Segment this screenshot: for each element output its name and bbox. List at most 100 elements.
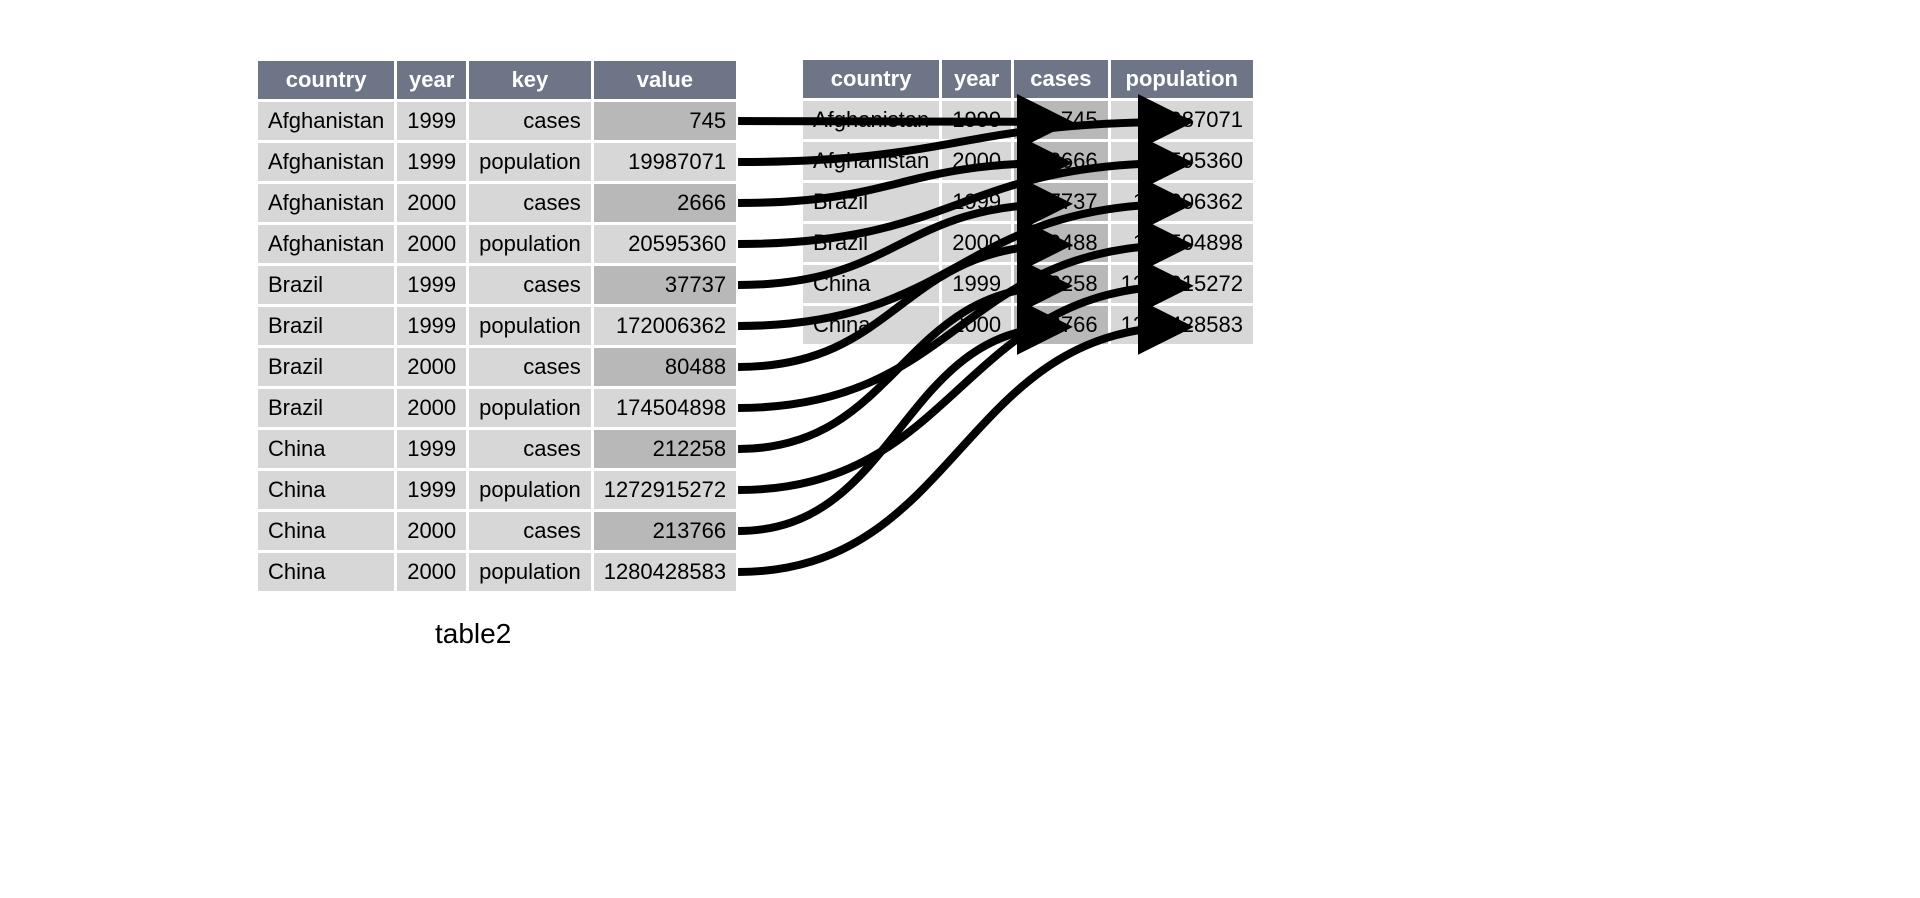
cell-country: China: [258, 553, 394, 591]
cell-value: 174504898: [594, 389, 736, 427]
cell-value: 213766: [594, 512, 736, 550]
cell-country: Afghanistan: [803, 142, 939, 180]
cell-cases: 37737: [1014, 183, 1107, 221]
cell-key: population: [469, 389, 591, 427]
cell-population: 174504898: [1111, 224, 1253, 262]
cell-cases: 745: [1014, 101, 1107, 139]
table-row: China2000cases213766: [258, 512, 736, 550]
cell-year: 1999: [942, 101, 1011, 139]
cell-year: 2000: [397, 225, 466, 263]
cell-year: 1999: [397, 102, 466, 140]
spread-arrow: [738, 327, 1182, 572]
cell-year: 1999: [397, 143, 466, 181]
cell-population: 19987071: [1111, 101, 1253, 139]
left-th-country: country: [258, 61, 394, 99]
cell-year: 1999: [942, 183, 1011, 221]
cell-country: Afghanistan: [258, 184, 394, 222]
cell-year: 2000: [942, 224, 1011, 262]
cell-key: population: [469, 553, 591, 591]
right-th-year: year: [942, 60, 1011, 98]
cell-population: 20595360: [1111, 142, 1253, 180]
cell-population: 172006362: [1111, 183, 1253, 221]
cell-year: 2000: [397, 389, 466, 427]
table-row: China1999population1272915272: [258, 471, 736, 509]
cell-country: Brazil: [258, 307, 394, 345]
table-row: Brazil2000cases80488: [258, 348, 736, 386]
cell-year: 1999: [397, 307, 466, 345]
cell-year: 2000: [397, 512, 466, 550]
cell-cases: 2666: [1014, 142, 1107, 180]
cell-cases: 213766: [1014, 306, 1107, 344]
table-row: Afghanistan2000population20595360: [258, 225, 736, 263]
table-row: China20002137661280428583: [803, 306, 1253, 344]
table-row: China1999cases212258: [258, 430, 736, 468]
cell-year: 1999: [942, 265, 1011, 303]
cell-country: China: [258, 430, 394, 468]
cell-country: Afghanistan: [258, 102, 394, 140]
cell-key: cases: [469, 184, 591, 222]
table-row: Afghanistan2000266620595360: [803, 142, 1253, 180]
cell-country: Brazil: [258, 266, 394, 304]
cell-country: Brazil: [258, 348, 394, 386]
cell-cases: 80488: [1014, 224, 1107, 262]
cell-value: 2666: [594, 184, 736, 222]
spread-arrow: [738, 327, 1061, 531]
cell-cases: 212258: [1014, 265, 1107, 303]
cell-key: population: [469, 307, 591, 345]
table-row: Afghanistan1999cases745: [258, 102, 736, 140]
cell-year: 2000: [397, 553, 466, 591]
cell-value: 745: [594, 102, 736, 140]
left-th-key: key: [469, 61, 591, 99]
table-row: Brazil1999cases37737: [258, 266, 736, 304]
cell-year: 2000: [397, 184, 466, 222]
cell-year: 1999: [397, 471, 466, 509]
table-row: Afghanistan1999population19987071: [258, 143, 736, 181]
cell-value: 1272915272: [594, 471, 736, 509]
cell-population: 1272915272: [1111, 265, 1253, 303]
cell-value: 19987071: [594, 143, 736, 181]
cell-key: cases: [469, 102, 591, 140]
right-th-population: population: [1111, 60, 1253, 98]
right-wide-table: country year cases population Afghanista…: [800, 57, 1256, 347]
table-row: Afghanistan199974519987071: [803, 101, 1253, 139]
cell-key: cases: [469, 512, 591, 550]
left-th-value: value: [594, 61, 736, 99]
cell-population: 1280428583: [1111, 306, 1253, 344]
cell-key: population: [469, 143, 591, 181]
table-row: Brazil2000population174504898: [258, 389, 736, 427]
cell-country: Afghanistan: [258, 143, 394, 181]
cell-country: China: [803, 265, 939, 303]
left-long-table: country year key value Afghanistan1999ca…: [255, 58, 739, 594]
left-table-caption: table2: [435, 618, 511, 650]
cell-value: 1280428583: [594, 553, 736, 591]
cell-key: population: [469, 471, 591, 509]
cell-value: 80488: [594, 348, 736, 386]
cell-year: 2000: [942, 142, 1011, 180]
cell-key: population: [469, 225, 591, 263]
cell-year: 1999: [397, 266, 466, 304]
cell-country: Brazil: [803, 183, 939, 221]
cell-key: cases: [469, 348, 591, 386]
table-row: Brazil200080488174504898: [803, 224, 1253, 262]
table-row: Afghanistan2000cases2666: [258, 184, 736, 222]
right-th-cases: cases: [1014, 60, 1107, 98]
cell-value: 20595360: [594, 225, 736, 263]
cell-country: Afghanistan: [803, 101, 939, 139]
cell-key: cases: [469, 430, 591, 468]
cell-value: 172006362: [594, 307, 736, 345]
cell-country: China: [258, 471, 394, 509]
cell-year: 2000: [397, 348, 466, 386]
cell-country: Afghanistan: [258, 225, 394, 263]
cell-key: cases: [469, 266, 591, 304]
table-row: China2000population1280428583: [258, 553, 736, 591]
table-row: Brazil1999population172006362: [258, 307, 736, 345]
left-th-year: year: [397, 61, 466, 99]
table-row: China19992122581272915272: [803, 265, 1253, 303]
cell-year: 1999: [397, 430, 466, 468]
cell-value: 37737: [594, 266, 736, 304]
cell-country: Brazil: [803, 224, 939, 262]
right-th-country: country: [803, 60, 939, 98]
table-row: Brazil199937737172006362: [803, 183, 1253, 221]
cell-country: China: [803, 306, 939, 344]
cell-country: Brazil: [258, 389, 394, 427]
